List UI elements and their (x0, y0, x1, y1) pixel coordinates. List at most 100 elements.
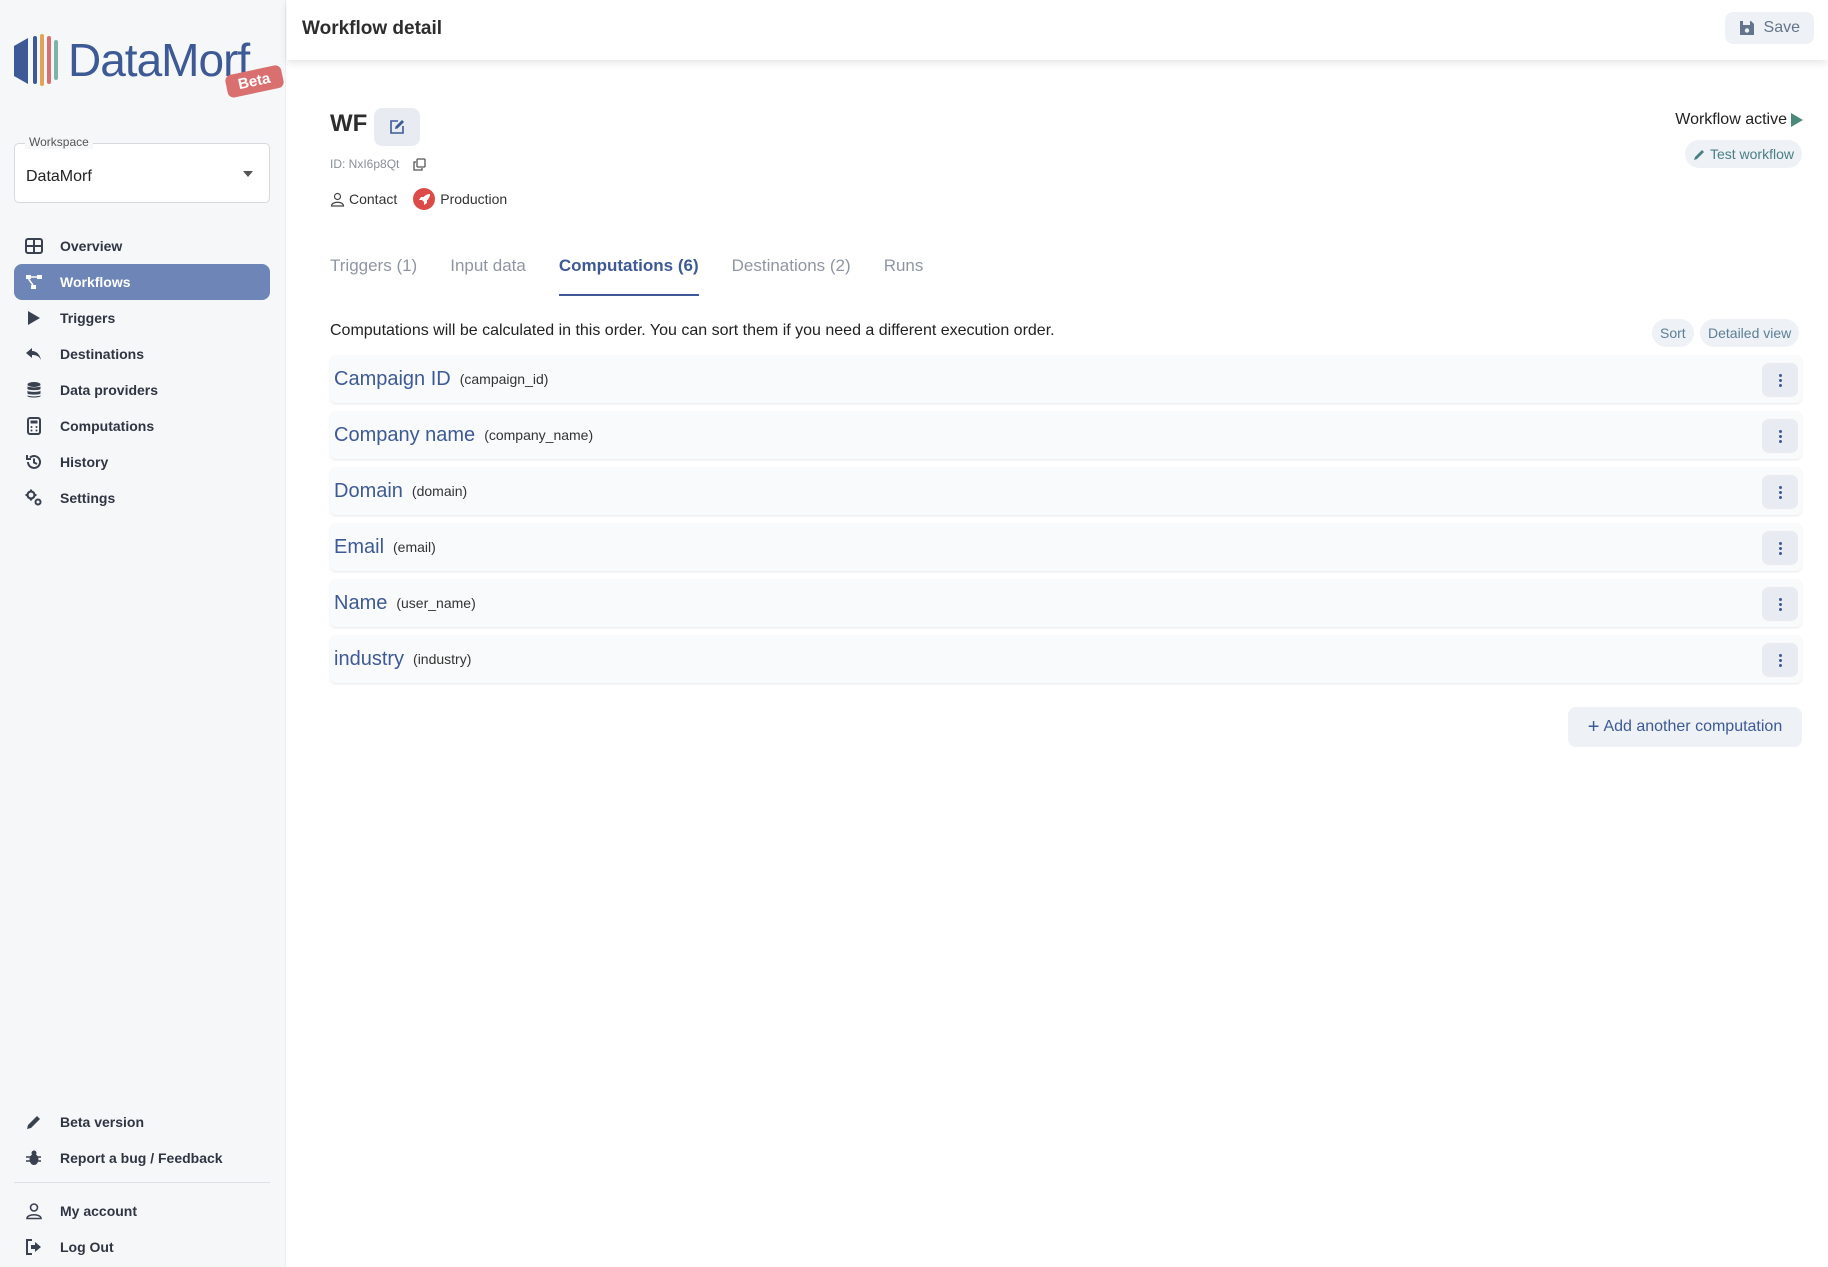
grid-icon (22, 236, 46, 256)
bottom-nav: Beta version Report a bug / Feedback My … (14, 1104, 270, 1265)
workflow-id: ID: NxI6p8Qt (330, 157, 427, 171)
more-options-button[interactable] (1762, 363, 1798, 397)
list-item[interactable]: industry (industry) (330, 635, 1802, 683)
sidebar-item-beta-version[interactable]: Beta version (14, 1104, 270, 1140)
computation-key: (company_name) (484, 427, 594, 443)
sidebar-item-triggers[interactable]: Triggers (14, 300, 270, 336)
logo-bars-icon (14, 34, 58, 86)
workflow-environment: Production (440, 191, 508, 207)
sidebar-item-label: Beta version (60, 1114, 145, 1130)
computations-list: Campaign ID (campaign_id) Company name (… (330, 355, 1802, 691)
copy-icon[interactable] (413, 157, 427, 171)
caret-down-icon (243, 171, 253, 177)
more-options-button[interactable] (1762, 587, 1798, 621)
workflow-status[interactable]: Workflow active (1675, 111, 1803, 129)
tab-computations[interactable]: Computations (6) (558, 252, 699, 296)
computation-key: (email) (393, 539, 436, 555)
list-item[interactable]: Campaign ID (campaign_id) (330, 355, 1802, 403)
list-item[interactable]: Email (email) (330, 523, 1802, 571)
workspace-select[interactable]: Workspace DataMorf (14, 135, 270, 203)
workflow-entity: Contact (349, 191, 398, 207)
computation-key: (industry) (413, 651, 472, 667)
edit-workflow-button[interactable] (374, 108, 420, 146)
workflow-tabs: Triggers (1) Input data Computations (6)… (330, 252, 956, 296)
edit-icon (390, 120, 404, 134)
pencil-icon (1693, 149, 1704, 160)
workflow-status-text: Workflow active (1675, 111, 1787, 128)
sidebar-item-label: My account (60, 1203, 138, 1219)
logout-icon (22, 1237, 46, 1257)
kebab-icon (1778, 485, 1782, 500)
kebab-icon (1778, 541, 1782, 556)
list-item[interactable]: Name (user_name) (330, 579, 1802, 627)
database-icon (22, 380, 46, 400)
sort-button[interactable]: Sort (1652, 319, 1694, 347)
sidebar-item-data-providers[interactable]: Data providers (14, 372, 270, 408)
gears-icon (22, 488, 46, 508)
datamorf-logo[interactable]: DataMorf Beta (14, 30, 285, 104)
workflow-icon (22, 272, 46, 292)
tab-runs[interactable]: Runs (884, 252, 924, 296)
sidebar-item-label: History (60, 454, 109, 470)
computation-name[interactable]: industry (334, 648, 404, 671)
computation-key: (campaign_id) (459, 371, 549, 387)
sidebar-item-overview[interactable]: Overview (14, 228, 270, 264)
more-options-button[interactable] (1762, 475, 1798, 509)
add-computation-button[interactable]: + Add another computation (1568, 707, 1802, 747)
history-icon (22, 452, 46, 472)
user-icon (22, 1201, 46, 1221)
pencil-icon (22, 1112, 46, 1132)
list-item[interactable]: Company name (company_name) (330, 411, 1802, 459)
list-item[interactable]: Domain (domain) (330, 467, 1802, 515)
sidebar-item-label: Workflows (60, 274, 131, 290)
computation-name[interactable]: Email (334, 536, 384, 559)
sidebar-item-label: Settings (60, 490, 116, 506)
top-bar: Workflow detail Save (287, 0, 1828, 60)
workspace-label: Workspace (25, 135, 93, 149)
sidebar-item-label: Log Out (60, 1239, 114, 1255)
sidebar-item-computations[interactable]: Computations (14, 408, 270, 444)
sidebar-item-destinations[interactable]: Destinations (14, 336, 270, 372)
kebab-icon (1778, 373, 1782, 388)
sidebar-item-label: Overview (60, 238, 123, 254)
computations-hint: Computations will be calculated in this … (330, 322, 1055, 339)
sidebar-item-settings[interactable]: Settings (14, 480, 270, 516)
computation-name[interactable]: Campaign ID (334, 368, 451, 391)
logo-text: DataMorf (68, 34, 250, 86)
workspace-value: DataMorf (26, 168, 92, 185)
kebab-icon (1778, 597, 1782, 612)
sidebar-item-label: Triggers (60, 310, 116, 326)
more-options-button[interactable] (1762, 419, 1798, 453)
rocket-icon (413, 188, 436, 210)
computation-name[interactable]: Company name (334, 424, 475, 447)
tab-triggers[interactable]: Triggers (1) (330, 252, 417, 296)
sidebar-item-workflows[interactable]: Workflows (14, 264, 270, 300)
tab-input-data[interactable]: Input data (450, 252, 526, 296)
computation-name[interactable]: Domain (334, 480, 403, 503)
bug-icon (22, 1148, 46, 1168)
detailed-view-button[interactable]: Detailed view (1700, 319, 1800, 347)
calculator-icon (22, 416, 46, 436)
kebab-icon (1778, 653, 1782, 668)
sidebar-item-my-account[interactable]: My account (14, 1193, 270, 1229)
reply-icon (22, 344, 46, 364)
save-button[interactable]: Save (1724, 12, 1814, 44)
page-title: Workflow detail (302, 18, 443, 39)
play-triangle-icon (1791, 113, 1803, 127)
computation-key: (domain) (411, 483, 468, 499)
test-workflow-button[interactable]: Test workflow (1684, 140, 1802, 168)
computation-name[interactable]: Name (334, 592, 387, 615)
kebab-icon (1778, 429, 1782, 444)
floppy-icon (1739, 21, 1754, 35)
sidebar-item-report-bug[interactable]: Report a bug / Feedback (14, 1140, 270, 1176)
play-icon (22, 308, 46, 328)
workflow-name: WF (330, 110, 368, 137)
sidebar-item-log-out[interactable]: Log Out (14, 1229, 270, 1265)
more-options-button[interactable] (1762, 531, 1798, 565)
computation-key: (user_name) (396, 595, 476, 611)
person-icon (330, 192, 345, 207)
tab-destinations[interactable]: Destinations (2) (732, 252, 851, 296)
more-options-button[interactable] (1762, 643, 1798, 677)
sidebar-item-label: Computations (60, 418, 155, 434)
sidebar-item-history[interactable]: History (14, 444, 270, 480)
